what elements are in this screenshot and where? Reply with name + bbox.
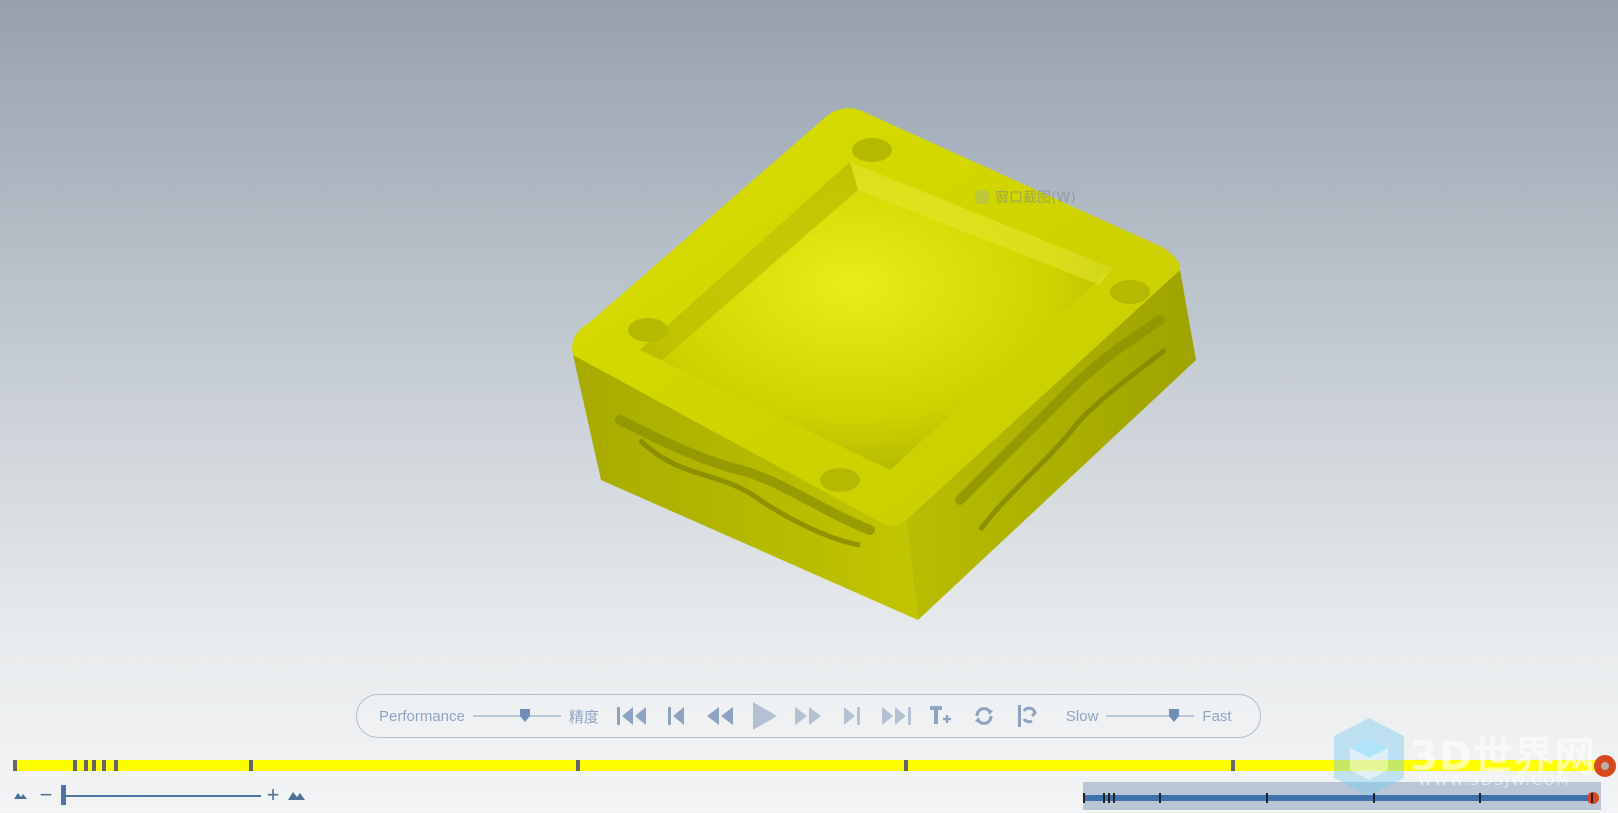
speed-slider-thumb[interactable] (1168, 709, 1179, 722)
precision-slider[interactable] (472, 709, 561, 723)
step-back-icon (667, 707, 684, 725)
zoom-in-mountain-button[interactable] (288, 783, 306, 807)
performance-label: Performance (379, 707, 465, 725)
timeline-keyframe-marker[interactable] (73, 760, 77, 771)
3d-viewport[interactable]: 窗口截图(W) (0, 0, 1618, 690)
fast-label: Fast (1202, 707, 1232, 725)
watermark: 3D世界网 WWW.3DSJW.COM (1330, 716, 1618, 806)
skip-to-start-button[interactable] (613, 700, 651, 732)
timeline-keyframe-marker[interactable] (1231, 760, 1235, 771)
slow-label: Slow (1065, 707, 1099, 725)
tooltip-text: 窗口截图(W) (995, 190, 1076, 206)
timeline-keyframe-marker[interactable] (249, 760, 253, 771)
playback-control-bar: Performance 精度 Slow Fast (356, 694, 1261, 738)
speed-slider-track (1106, 715, 1195, 717)
rewind-button[interactable] (701, 700, 739, 732)
loop-button[interactable] (965, 700, 1003, 732)
timeline-keyframe-marker[interactable] (13, 760, 17, 771)
large-mountain-icon (288, 792, 305, 800)
navigator-keyframe-mark (1103, 793, 1105, 803)
add-keyframe-icon (929, 706, 951, 724)
play-icon (752, 702, 777, 730)
zoom-minus-label: − (39, 782, 53, 807)
navigator-keyframe-mark (1159, 793, 1161, 803)
zoom-out-mountain-button[interactable] (14, 783, 28, 807)
navigator-keyframe-mark (1083, 793, 1085, 803)
zoom-plus-button[interactable]: + (265, 783, 281, 807)
precision-label: 精度 (568, 708, 599, 726)
navigator-keyframe-mark (1113, 793, 1115, 803)
bounce-icon (1017, 705, 1037, 727)
ashtray-model (572, 108, 1196, 620)
timeline-keyframe-marker[interactable] (84, 760, 88, 771)
skip-to-end-icon (881, 707, 911, 725)
zoom-slider-thumb[interactable] (61, 785, 66, 805)
step-forward-button[interactable] (833, 700, 871, 732)
step-forward-icon (843, 707, 860, 725)
bounce-button[interactable] (1009, 700, 1047, 732)
step-back-button[interactable] (657, 700, 695, 732)
watermark-subtitle: WWW.3DSJW.COM (1418, 773, 1571, 789)
timeline-keyframe-marker[interactable] (92, 760, 96, 771)
fast-forward-button[interactable] (789, 700, 827, 732)
navigator-keyframe-mark (1266, 793, 1268, 803)
skip-to-start-icon (616, 707, 646, 725)
window-capture-tooltip: 窗口截图(W) (975, 186, 1175, 208)
speed-slider[interactable] (1106, 709, 1195, 723)
capture-icon (975, 190, 989, 204)
timeline-keyframe-marker[interactable] (114, 760, 118, 771)
fast-forward-icon (794, 707, 821, 725)
add-keyframe-button[interactable] (921, 700, 959, 732)
timeline-keyframe-marker[interactable] (904, 760, 908, 771)
skip-to-end-button[interactable] (877, 700, 915, 732)
timeline-keyframe-marker[interactable] (576, 760, 580, 771)
small-mountain-icon (14, 793, 27, 799)
navigator-keyframe-mark (1108, 793, 1110, 803)
loop-icon (974, 707, 993, 725)
cube-logo-icon (1334, 718, 1404, 796)
zoom-slider-track[interactable] (61, 795, 261, 797)
timeline-zoom-control: − + (14, 783, 314, 807)
timeline-keyframe-marker[interactable] (102, 760, 106, 771)
precision-slider-thumb[interactable] (519, 709, 530, 722)
rewind-icon (706, 707, 733, 725)
zoom-minus-button[interactable]: − (38, 783, 54, 807)
play-button[interactable] (745, 700, 783, 732)
precision-slider-track (472, 715, 561, 717)
zoom-plus-label: + (266, 782, 280, 807)
